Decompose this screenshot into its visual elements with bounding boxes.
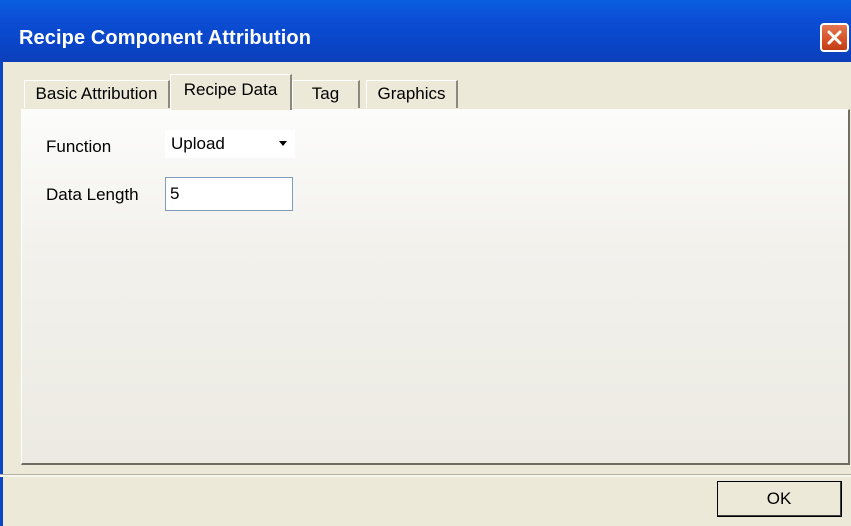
- tab-strip: Basic Attribution Recipe Data Tag Graphi…: [24, 74, 464, 110]
- ok-button[interactable]: OK: [717, 481, 842, 517]
- tab-recipe-data[interactable]: Recipe Data: [170, 74, 292, 110]
- footer-divider: [0, 474, 851, 477]
- window-title: Recipe Component Attribution: [19, 27, 312, 49]
- recipe-data-panel: [21, 109, 850, 465]
- tab-graphics[interactable]: Graphics: [366, 80, 458, 108]
- function-select-value: Upload: [171, 134, 225, 153]
- dialog-window: Recipe Component Attribution Basic Attri…: [0, 0, 851, 526]
- window-frame-left: [0, 62, 3, 526]
- close-icon: [827, 30, 842, 45]
- data-length-field[interactable]: [165, 177, 293, 211]
- title-bar[interactable]: Recipe Component Attribution: [0, 0, 851, 62]
- function-label: Function: [46, 137, 112, 156]
- tab-basic-attribution[interactable]: Basic Attribution: [24, 80, 170, 108]
- close-button[interactable]: [820, 23, 849, 52]
- tab-tag[interactable]: Tag: [292, 80, 360, 108]
- function-select[interactable]: Upload: [165, 130, 295, 158]
- data-length-label: Data Length: [46, 185, 139, 204]
- chevron-down-icon[interactable]: [279, 141, 287, 146]
